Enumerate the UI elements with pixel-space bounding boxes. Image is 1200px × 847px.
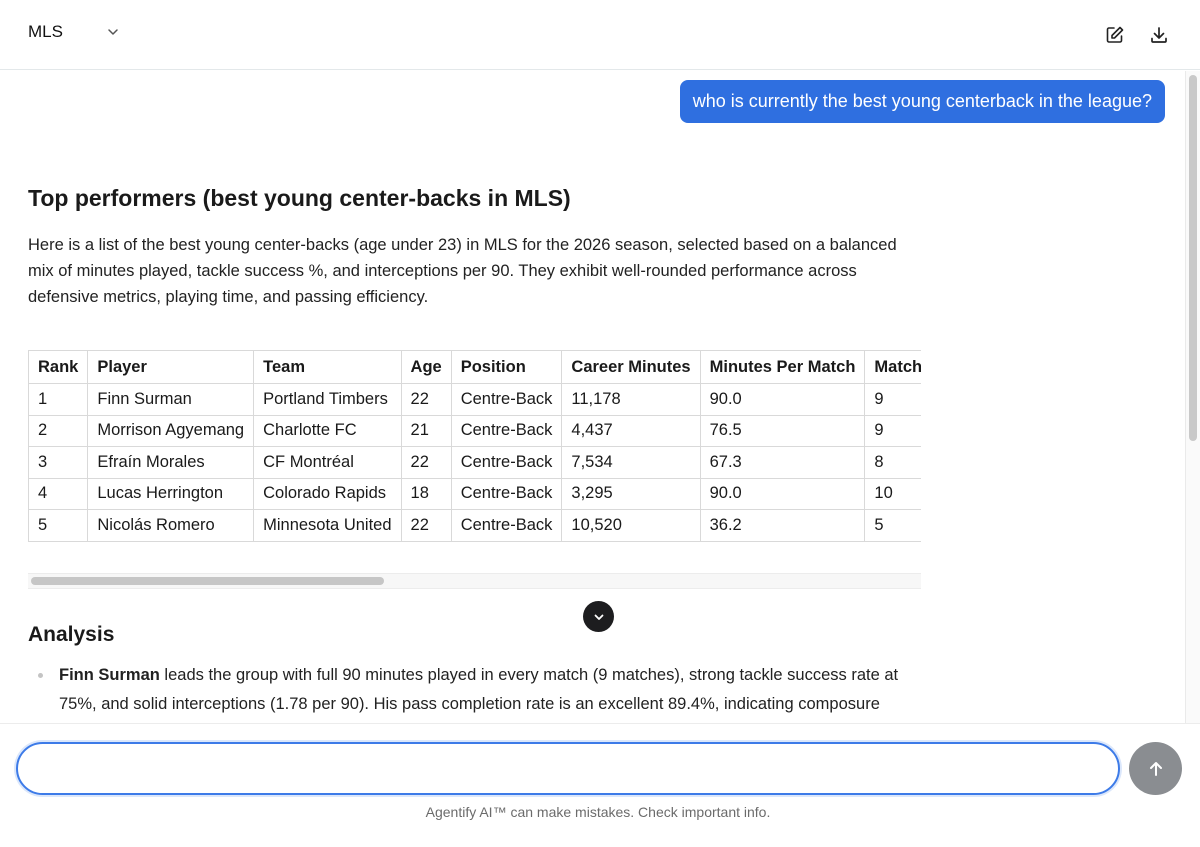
table-cell: 21 [400, 414, 452, 447]
table-cell: 36.2 [699, 509, 866, 542]
table-cell: 22 [400, 383, 452, 416]
table-cell: 8 [864, 446, 921, 479]
table-cell: 10,520 [561, 509, 701, 542]
edit-button[interactable] [1104, 24, 1126, 46]
table-cell: Charlotte FC [253, 414, 402, 447]
table-row: 2 Morrison Agyemang Charlotte FC 21 Cent… [28, 414, 921, 447]
model-selector[interactable]: MLS [28, 22, 120, 42]
column-header: Minutes Per Match [699, 350, 866, 384]
table-cell: Lucas Herrington [87, 477, 255, 510]
table-cell: 22 [400, 446, 452, 479]
table-cell: 67.3 [699, 446, 866, 479]
table-cell: 90.0 [699, 477, 866, 510]
column-header: Matches Pla [864, 350, 921, 384]
send-button[interactable] [1129, 742, 1182, 795]
table-cell: Colorado Rapids [253, 477, 402, 510]
table-cell: 1 [28, 383, 89, 416]
chat-scroll-thumb[interactable] [1189, 75, 1197, 441]
table-cell: 2 [28, 414, 89, 447]
player-name: Finn Surman [59, 665, 160, 684]
arrow-down-icon [594, 614, 603, 620]
table-cell: 7,534 [561, 446, 701, 479]
table-cell: Morrison Agyemang [87, 414, 255, 447]
table-cell: 5 [28, 509, 89, 542]
table-cell: 76.5 [699, 414, 866, 447]
composer: Agentify AI™ can make mistakes. Check im… [0, 723, 1200, 847]
user-message: who is currently the best young centerba… [679, 80, 1165, 123]
performers-table-container[interactable]: Rank Player Team Age Position Career Min… [28, 350, 921, 542]
table-cell: 18 [400, 477, 452, 510]
table-cell: Centre-Back [450, 383, 563, 416]
table-row: 3 Efraín Morales CF Montréal 22 Centre-B… [28, 446, 921, 479]
table-cell: 3 [28, 446, 89, 479]
chevron-down-icon [108, 29, 118, 35]
column-header: Age [400, 350, 452, 384]
table-cell: Finn Surman [87, 383, 255, 416]
edit-icon [1106, 26, 1124, 43]
column-header: Player [87, 350, 255, 384]
list-item: Finn Surman leads the group with full 90… [28, 661, 921, 724]
table-cell: Centre-Back [450, 446, 563, 479]
performers-table: Rank Player Team Age Position Career Min… [28, 350, 921, 542]
table-cell: 3,295 [561, 477, 701, 510]
table-cell: 9 [864, 414, 921, 447]
table-cell: Minnesota United [253, 509, 402, 542]
table-row: 5 Nicolás Romero Minnesota United 22 Cen… [28, 509, 921, 542]
table-cell: CF Montréal [253, 446, 402, 479]
table-cell: 9 [864, 383, 921, 416]
response-intro: Here is a list of the best young center-… [28, 236, 897, 306]
column-header: Team [253, 350, 402, 384]
table-cell: 90.0 [699, 383, 866, 416]
analysis-heading: Analysis [28, 622, 115, 646]
table-cell: Portland Timbers [253, 383, 402, 416]
table-cell: Centre-Back [450, 509, 563, 542]
column-header: Career Minutes [561, 350, 701, 384]
table-cell: 22 [400, 509, 452, 542]
chat-vertical-scrollbar[interactable] [1185, 71, 1200, 723]
table-cell: Centre-Back [450, 477, 563, 510]
chat-input[interactable] [16, 742, 1120, 795]
assistant-response: Top performers (best young center-backs … [28, 185, 921, 723]
model-name: MLS [28, 22, 63, 41]
arrow-up-icon [1149, 761, 1162, 776]
table-cell: 5 [864, 509, 921, 542]
download-button[interactable] [1148, 24, 1170, 46]
analysis-text: leads the group with full 90 minutes pla… [59, 665, 899, 713]
table-cell: 4 [28, 477, 89, 510]
top-bar: MLS [0, 0, 1200, 70]
table-cell: 11,178 [561, 383, 701, 416]
table-cell: Centre-Back [450, 414, 563, 447]
disclaimer-text: Agentify AI™ can make mistakes. Check im… [425, 804, 771, 820]
response-title: Top performers (best young center-backs … [28, 185, 571, 211]
column-header: Rank [28, 350, 89, 384]
column-header: Position [450, 350, 563, 384]
download-icon [1151, 27, 1167, 43]
scroll-to-bottom-button[interactable] [583, 601, 614, 632]
table-cell: Efraín Morales [87, 446, 255, 479]
table-cell: Nicolás Romero [87, 509, 255, 542]
table-scroll-thumb[interactable] [31, 576, 384, 585]
header-actions [1104, 24, 1170, 46]
table-horizontal-scrollbar[interactable] [28, 572, 921, 589]
table-cell: 10 [864, 477, 921, 510]
table-row: 4 Lucas Herrington Colorado Rapids 18 Ce… [28, 477, 921, 510]
table-row: 1 Finn Surman Portland Timbers 22 Centre… [28, 383, 921, 416]
analysis-list: Finn Surman leads the group with full 90… [28, 661, 921, 724]
table-header-row: Rank Player Team Age Position Career Min… [28, 350, 921, 384]
table-cell: 4,437 [561, 414, 701, 447]
